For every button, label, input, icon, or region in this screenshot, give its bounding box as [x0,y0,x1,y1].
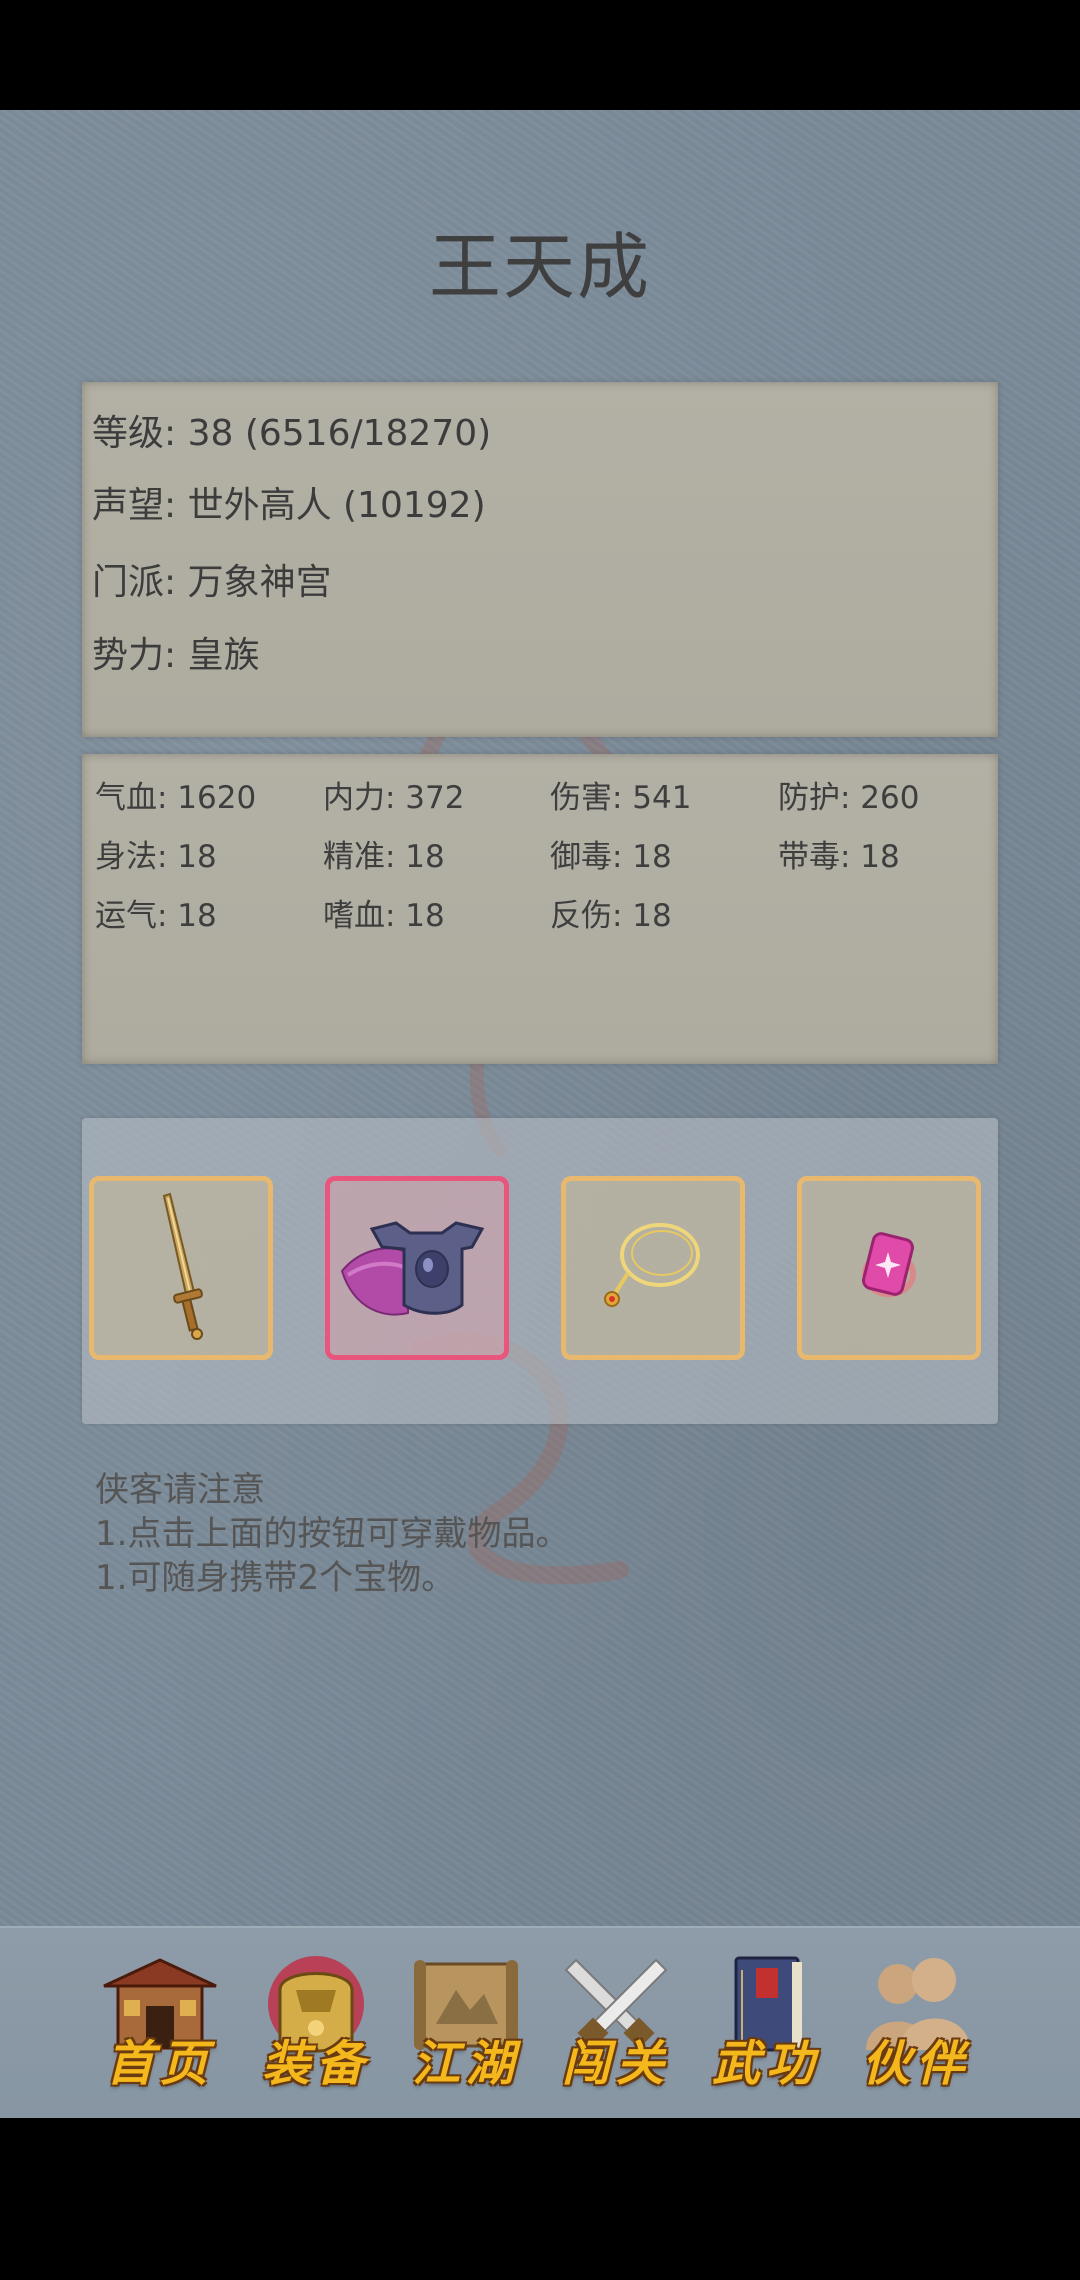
nav-equipment-label: 装备 [261,2036,370,2092]
armor-icon [340,1221,485,1316]
level-text: 等级: 38 (6516/18270) [92,413,492,454]
game-screen: 王天成 等级: 38 (6516/18270) 声望: 世外高人 (10192)… [0,110,1080,2118]
nav-challenge-label: 闯关 [561,2036,670,2092]
reputation-text: 声望: 世外高人 (10192) [92,485,486,526]
stat-bloodthirst: 嗜血: 18 [323,898,445,934]
nav-equipment[interactable]: 装备 [236,1928,396,2118]
stat-hp: 气血: 1620 [95,780,257,816]
nav-martial-arts[interactable]: 武功 [686,1928,846,2118]
notice-line-2: 1.可随身携带2个宝物。 [95,1558,456,1598]
stat-defense: 防护: 260 [778,780,920,816]
equip-slot-armor[interactable] [325,1176,509,1360]
gem-icon [862,1232,916,1297]
faction-text: 势力: 皇族 [92,635,260,676]
character-info-panel: 等级: 38 (6516/18270) 声望: 世外高人 (10192) 门派:… [82,382,998,737]
notice-title: 侠客请注意 [95,1470,265,1510]
nav-jianghu-label: 江湖 [411,2036,520,2092]
equipment-panel [82,1118,998,1424]
equip-slot-treasure[interactable] [797,1176,981,1360]
bottom-nav-bar: 首页 装备 江湖 闯关 武功 伙伴 [0,1926,1080,2118]
equip-slot-weapon[interactable] [89,1176,273,1360]
character-name: 王天成 [428,225,651,309]
notice-text: 侠客请注意 1.点击上面的按钮可穿戴物品。 1.可随身携带2个宝物。 [95,1468,569,1600]
nav-jianghu[interactable]: 江湖 [386,1928,546,2118]
stat-poison: 带毒: 18 [778,839,900,875]
nav-home[interactable]: 首页 [80,1928,240,2118]
stat-agility: 身法: 18 [95,839,217,875]
sword-icon [162,1192,203,1340]
nav-partners-label: 伙伴 [861,2036,970,2092]
stat-internal-power: 内力: 372 [323,780,465,816]
necklace-icon [604,1223,700,1307]
stat-poison-resist: 御毒: 18 [550,839,672,875]
nav-martial-arts-label: 武功 [711,2036,820,2092]
stat-accuracy: 精准: 18 [323,839,445,875]
nav-challenge[interactable]: 闯关 [536,1928,696,2118]
stat-damage: 伤害: 541 [550,780,692,816]
stat-reflect: 反伤: 18 [550,898,672,934]
stat-luck: 运气: 18 [95,898,217,934]
nav-home-label: 首页 [105,2036,214,2092]
nav-partners[interactable]: 伙伴 [836,1928,996,2118]
attributes-panel: 气血: 1620 内力: 372 伤害: 541 防护: 260 身法: 18 … [82,754,998,1064]
notice-line-1: 1.点击上面的按钮可穿戴物品。 [95,1514,570,1554]
equip-slot-necklace[interactable] [561,1176,745,1360]
sect-text: 门派: 万象神宫 [92,562,332,603]
